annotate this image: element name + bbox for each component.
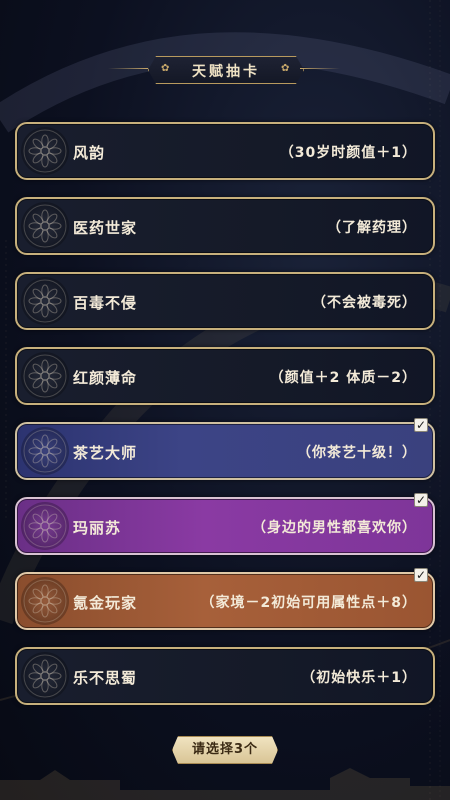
talent-card[interactable]: 玛丽苏 （身边的男性都喜欢你） — [15, 497, 435, 555]
talent-description: （不会被毒死） — [312, 295, 417, 311]
flower-emblem-icon — [21, 277, 69, 325]
selected-checkbox[interactable]: ✓ — [414, 418, 428, 432]
flower-emblem-icon — [21, 502, 69, 550]
flower-emblem-icon — [21, 427, 69, 475]
flower-emblem-icon — [21, 127, 69, 175]
talent-card[interactable]: 氪金玩家 （家境－2初始可用属性点＋8） — [15, 572, 435, 630]
talent-description: （初始快乐＋1） — [301, 670, 417, 686]
talent-card[interactable]: 百毒不侵 （不会被毒死） — [15, 272, 435, 330]
talent-description: （颜值＋2 体质－2） — [269, 370, 417, 386]
talent-card[interactable]: 乐不思蜀 （初始快乐＋1） — [15, 647, 435, 705]
talent-name: 百毒不侵 — [73, 294, 138, 312]
selected-checkbox[interactable]: ✓ — [414, 568, 428, 582]
talent-name: 医药世家 — [73, 219, 138, 237]
page-title: 天赋抽卡 — [192, 64, 260, 80]
talent-name: 氪金玩家 — [73, 594, 138, 612]
title-plaque: ✿ 天赋抽卡 ✿ — [148, 56, 304, 84]
talent-name: 玛丽苏 — [73, 519, 122, 537]
title-divider-right — [300, 68, 340, 69]
talent-card[interactable]: 红颜薄命 （颜值＋2 体质－2） — [15, 347, 435, 405]
talent-description: （30岁时颜值＋1） — [279, 145, 417, 161]
talent-description: （家境－2初始可用属性点＋8） — [200, 595, 417, 611]
selected-checkbox[interactable]: ✓ — [414, 493, 428, 507]
talent-name: 乐不思蜀 — [73, 669, 138, 687]
talent-card[interactable]: 茶艺大师 （你茶艺十级！） — [15, 422, 435, 480]
title-bar: ✿ 天赋抽卡 ✿ — [0, 52, 450, 86]
talent-description: （你茶艺十级！） — [297, 445, 417, 461]
ornament-icon: ✿ — [281, 63, 290, 74]
talent-name: 风韵 — [73, 144, 106, 162]
flower-emblem-icon — [21, 202, 69, 250]
palace-silhouette — [0, 768, 450, 800]
talent-card[interactable]: 风韵 （30岁时颜值＋1） — [15, 122, 435, 180]
talent-name: 红颜薄命 — [73, 369, 138, 387]
talent-card[interactable]: 医药世家 （了解药理） — [15, 197, 435, 255]
talent-name: 茶艺大师 — [73, 444, 138, 462]
flower-emblem-icon — [21, 652, 69, 700]
flower-emblem-icon — [21, 352, 69, 400]
talent-description: （身边的男性都喜欢你） — [252, 520, 417, 536]
flower-emblem-icon — [21, 577, 69, 625]
title-divider-left — [108, 68, 148, 69]
talent-description: （了解药理） — [327, 220, 417, 236]
